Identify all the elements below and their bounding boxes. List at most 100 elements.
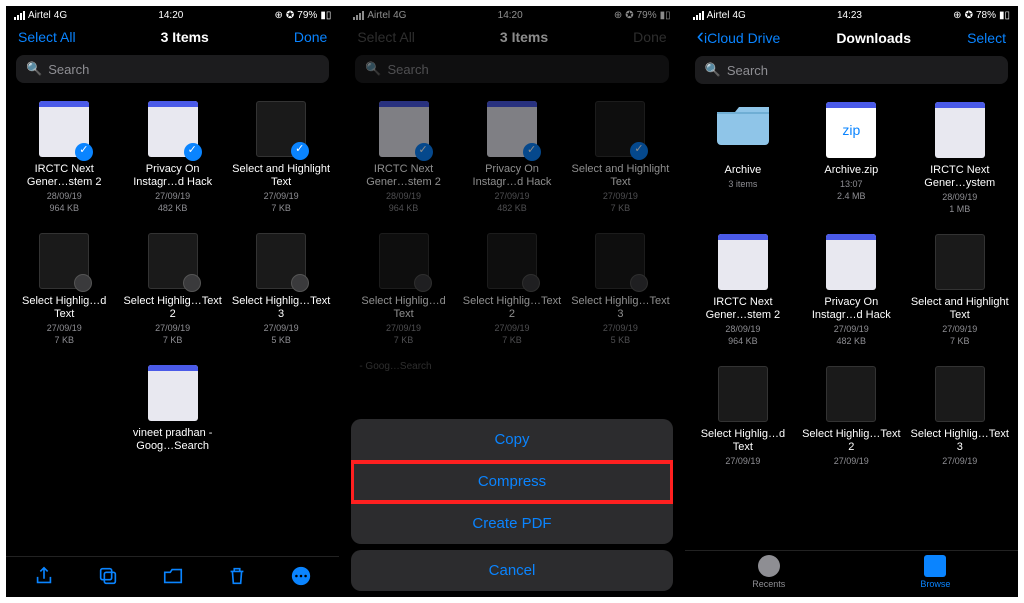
search-field[interactable]: 🔍 Search bbox=[16, 55, 329, 83]
search-placeholder: Search bbox=[48, 62, 89, 77]
tab-browse[interactable]: Browse bbox=[920, 555, 950, 589]
file-thumbnail bbox=[718, 234, 768, 290]
file-thumbnail bbox=[487, 101, 537, 157]
file-grid: IRCTC Next Gener…stem 228/09/19964 KBPri… bbox=[10, 93, 335, 465]
file-item[interactable]: IRCTC Next Gener…ystem28/09/191 MB bbox=[906, 94, 1013, 226]
action-compress[interactable]: Compress bbox=[351, 461, 672, 503]
checkmark-selected-icon bbox=[184, 143, 202, 161]
share-icon[interactable] bbox=[33, 565, 55, 587]
file-thumbnail bbox=[487, 233, 537, 289]
file-item[interactable]: Select Highlig…Text 327/09/19 bbox=[906, 358, 1013, 478]
file-grid: IRCTC Next Gener…stem 228/09/19964 KBPri… bbox=[349, 93, 674, 357]
file-item[interactable]: Select Highlig…Text 327/09/195 KB bbox=[227, 225, 334, 357]
file-item[interactable]: Select Highlig…d Text27/09/197 KB bbox=[350, 225, 457, 357]
file-item[interactable]: Select and Highlight Text27/09/197 KB bbox=[227, 93, 334, 225]
more-icon[interactable] bbox=[290, 565, 312, 587]
search-icon: 🔍 bbox=[705, 62, 721, 78]
status-bar: Airtel 4G 14:20 ⊕ ✪ 79% ▮▯ bbox=[345, 6, 678, 23]
trash-icon[interactable] bbox=[226, 565, 248, 587]
file-item[interactable]: Select Highlig…Text 327/09/195 KB bbox=[567, 225, 674, 357]
screen-browse: Airtel 4G 14:23 ⊕ ✪ 78% ▮▯ iCloud Drive … bbox=[685, 6, 1018, 597]
battery-icon: ▮▯ bbox=[660, 10, 671, 21]
file-thumbnail bbox=[379, 233, 429, 289]
file-item[interactable]: IRCTC Next Gener…stem 228/09/19964 KB bbox=[11, 93, 118, 225]
alarm-icon: ✪ bbox=[965, 10, 973, 21]
file-name: Select Highlig…d Text bbox=[354, 295, 453, 321]
file-meta: 28/09/19964 KB bbox=[47, 191, 82, 214]
signal-icon bbox=[14, 11, 25, 20]
file-name: Select Highlig…Text 3 bbox=[231, 295, 330, 321]
file-thumbnail bbox=[148, 233, 198, 289]
file-thumbnail bbox=[39, 233, 89, 289]
file-meta: 27/09/19482 KB bbox=[834, 324, 869, 347]
file-item[interactable]: Select and Highlight Text27/09/197 KB bbox=[567, 93, 674, 225]
battery-label: 78% bbox=[976, 10, 996, 21]
network-label: 4G bbox=[393, 10, 406, 21]
action-cancel[interactable]: Cancel bbox=[351, 550, 672, 591]
screen-action-sheet: Airtel 4G 14:20 ⊕ ✪ 79% ▮▯ Select All 3 … bbox=[345, 6, 678, 597]
file-item[interactable]: IRCTC Next Gener…stem 228/09/19964 KB bbox=[350, 93, 457, 225]
alarm-icon: ⊕ bbox=[614, 10, 622, 21]
battery-label: 79% bbox=[297, 10, 317, 21]
checkmark-unselected-icon bbox=[291, 274, 309, 292]
file-item[interactable]: Select Highlig…Text 227/09/197 KB bbox=[458, 225, 565, 357]
file-item[interactable]: vineet pradhan - Goog…Search bbox=[119, 357, 226, 465]
folder-icon bbox=[924, 555, 946, 577]
tab-label: Recents bbox=[752, 579, 785, 589]
file-item[interactable]: Archive.zip13:072.4 MB bbox=[798, 94, 905, 226]
file-item[interactable]: Archive 3 items bbox=[689, 94, 796, 226]
file-name: IRCTC Next Gener…ystem bbox=[910, 164, 1009, 190]
signal-icon bbox=[693, 11, 704, 20]
file-grid: Archive 3 items Archive.zip13:072.4 MBIRCT… bbox=[689, 94, 1014, 478]
clock: 14:20 bbox=[158, 10, 183, 21]
status-bar: Airtel 4G 14:23 ⊕ ✪ 78% ▮▯ bbox=[685, 6, 1018, 23]
action-create-pdf[interactable]: Create PDF bbox=[351, 503, 672, 544]
done-button[interactable]: Done bbox=[633, 29, 666, 45]
file-item[interactable]: Select Highlig…d Text27/09/19 bbox=[689, 358, 796, 478]
search-icon: 🔍 bbox=[26, 61, 42, 77]
checkmark-selected-icon bbox=[523, 143, 541, 161]
search-field[interactable]: 🔍 Search bbox=[695, 56, 1008, 84]
done-button[interactable]: Done bbox=[294, 29, 327, 45]
file-item[interactable]: Select Highlig…Text 227/09/19 bbox=[798, 358, 905, 478]
action-copy[interactable]: Copy bbox=[351, 419, 672, 461]
file-name: Privacy On Instagr…d Hack bbox=[802, 296, 901, 322]
select-all-button[interactable]: Select All bbox=[18, 29, 76, 45]
back-button[interactable]: iCloud Drive bbox=[697, 29, 781, 46]
file-name: Select Highlig…Text 3 bbox=[910, 428, 1009, 454]
network-label: 4G bbox=[54, 10, 67, 21]
move-icon[interactable] bbox=[162, 565, 184, 587]
bottom-toolbar bbox=[6, 556, 339, 597]
file-name: Archive.zip bbox=[824, 164, 878, 177]
file-meta: 27/09/197 KB bbox=[155, 323, 190, 346]
file-item[interactable]: Select Highlig…Text 227/09/197 KB bbox=[119, 225, 226, 357]
duplicate-icon[interactable] bbox=[97, 565, 119, 587]
file-item[interactable]: Select Highlig…d Text27/09/197 KB bbox=[11, 225, 118, 357]
file-name: Archive bbox=[725, 164, 762, 177]
file-meta: 3 items bbox=[728, 179, 757, 191]
action-sheet: Copy Compress Create PDF Cancel bbox=[345, 413, 678, 597]
select-all-button[interactable]: Select All bbox=[357, 29, 415, 45]
file-item[interactable]: Privacy On Instagr…d Hack27/09/19482 KB bbox=[458, 93, 565, 225]
file-item[interactable]: IRCTC Next Gener…stem 228/09/19964 KB bbox=[689, 226, 796, 358]
tab-recents[interactable]: Recents bbox=[752, 555, 785, 589]
file-name: IRCTC Next Gener…stem 2 bbox=[15, 163, 114, 189]
nav-title: 3 Items bbox=[161, 29, 209, 45]
file-meta: 28/09/19964 KB bbox=[725, 324, 760, 347]
file-item[interactable]: Privacy On Instagr…d Hack27/09/19482 KB bbox=[119, 93, 226, 225]
file-meta: 27/09/19 bbox=[725, 456, 760, 468]
file-item[interactable]: Privacy On Instagr…d Hack27/09/19482 KB bbox=[798, 226, 905, 358]
file-name: IRCTC Next Gener…stem 2 bbox=[354, 163, 453, 189]
alarm-icon: ✪ bbox=[286, 10, 294, 21]
file-name: Select Highlig…Text 3 bbox=[571, 295, 670, 321]
checkmark-selected-icon bbox=[415, 143, 433, 161]
battery-icon: ▮▯ bbox=[999, 10, 1010, 21]
battery-label: 79% bbox=[637, 10, 657, 21]
clock: 14:23 bbox=[837, 10, 862, 21]
file-name: Privacy On Instagr…d Hack bbox=[123, 163, 222, 189]
search-field[interactable]: 🔍 Search bbox=[355, 55, 668, 83]
file-name: Privacy On Instagr…d Hack bbox=[462, 163, 561, 189]
file-meta: 27/09/197 KB bbox=[942, 324, 977, 347]
select-button[interactable]: Select bbox=[967, 30, 1006, 46]
file-item[interactable]: Select and Highlight Text27/09/197 KB bbox=[906, 226, 1013, 358]
